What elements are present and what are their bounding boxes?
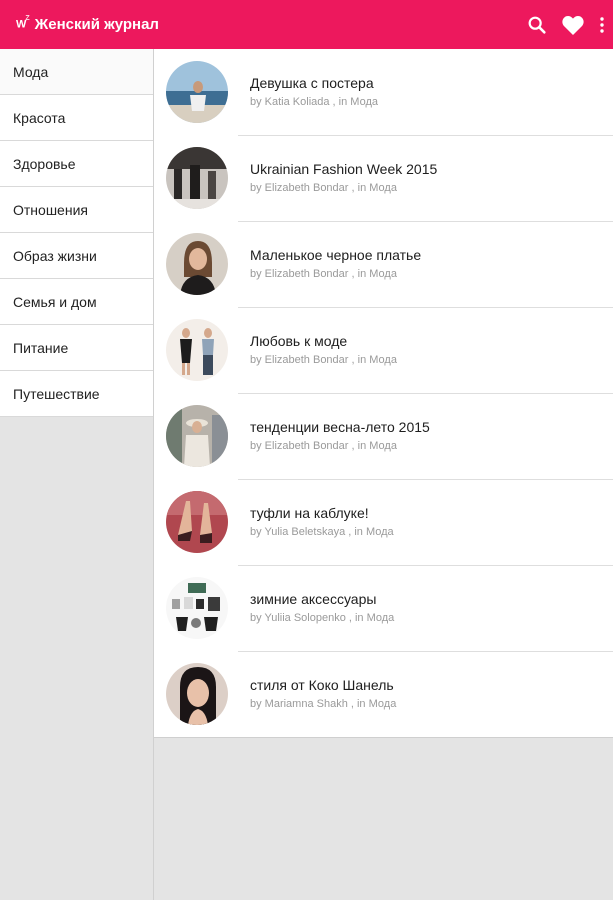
app-logo: WZ (16, 15, 30, 31)
article-title: тенденции весна-лето 2015 (250, 419, 430, 435)
article-list-pane: Девушка с постера by Katia Koliada , in … (154, 49, 613, 900)
search-icon (528, 16, 546, 34)
article-title: Маленькое черное платье (250, 247, 422, 263)
article-thumbnail (166, 319, 228, 381)
article-title: Любовь к моде (250, 333, 348, 349)
category-sidebar: Мода Красота Здоровье Отношения Образ жи… (0, 49, 154, 900)
favorites-button[interactable] (561, 13, 585, 37)
heart-icon (562, 15, 584, 35)
sidebar-item-nutrition[interactable]: Питание (0, 325, 153, 371)
article-meta: by Katia Koliada , in Мода (250, 96, 378, 108)
sidebar-item-travel[interactable]: Путешествие (0, 371, 153, 417)
article-meta: by Yulia Beletskaya , in Мода (250, 526, 394, 538)
article-title: туфли на каблуке! (250, 505, 369, 521)
article-title: Девушка с постера (250, 75, 374, 91)
article-thumbnail (166, 233, 228, 295)
sidebar-item-relationships[interactable]: Отношения (0, 187, 153, 233)
more-vert-icon (600, 16, 604, 33)
sidebar-item-family-home[interactable]: Семья и дом (0, 279, 153, 325)
sidebar-item-health[interactable]: Здоровье (0, 141, 153, 187)
list-item[interactable]: тенденции весна-лето 2015 by Elizabeth B… (154, 393, 613, 479)
toolbar-actions (525, 0, 613, 49)
article-title: зимние аксессуары (250, 591, 377, 607)
article-thumbnail (166, 147, 228, 209)
overflow-menu-button[interactable] (595, 13, 609, 37)
article-title: стиля от Коко Шанель (250, 677, 394, 693)
article-thumbnail (166, 577, 228, 639)
list-item[interactable]: туфли на каблуке! by Yulia Beletskaya , … (154, 479, 613, 565)
list-item[interactable]: Ukrainian Fashion Week 2015 by Elizabeth… (154, 135, 613, 221)
list-item[interactable]: стиля от Коко Шанель by Mariamna Shakh ,… (154, 651, 613, 737)
app-bar: WZ Женский журнал (0, 0, 613, 49)
sidebar-item-beauty[interactable]: Красота (0, 95, 153, 141)
app-title: Женский журнал (34, 16, 159, 33)
article-meta: by Elizabeth Bondar , in Мода (250, 354, 397, 366)
article-title: Ukrainian Fashion Week 2015 (250, 161, 438, 177)
sidebar-item-fashion[interactable]: Мода (0, 49, 153, 95)
article-list: Девушка с постера by Katia Koliada , in … (154, 49, 613, 738)
sidebar-item-lifestyle[interactable]: Образ жизни (0, 233, 153, 279)
article-thumbnail (166, 491, 228, 553)
list-item[interactable]: Маленькое черное платье by Elizabeth Bon… (154, 221, 613, 307)
list-item[interactable]: зимние аксессуары by Yuliia Solopenko , … (154, 565, 613, 651)
article-meta: by Yuliia Solopenko , in Мода (250, 612, 395, 624)
article-thumbnail (166, 61, 228, 123)
article-thumbnail (166, 663, 228, 725)
article-meta: by Elizabeth Bondar , in Мода (250, 182, 397, 194)
search-button[interactable] (525, 13, 549, 37)
article-meta: by Elizabeth Bondar , in Мода (250, 440, 397, 452)
article-meta: by Elizabeth Bondar , in Мода (250, 268, 397, 280)
article-thumbnail (166, 405, 228, 467)
list-item[interactable]: Любовь к моде by Elizabeth Bondar , in М… (154, 307, 613, 393)
list-item[interactable]: Девушка с постера by Katia Koliada , in … (154, 49, 613, 135)
article-meta: by Mariamna Shakh , in Мода (250, 698, 397, 710)
